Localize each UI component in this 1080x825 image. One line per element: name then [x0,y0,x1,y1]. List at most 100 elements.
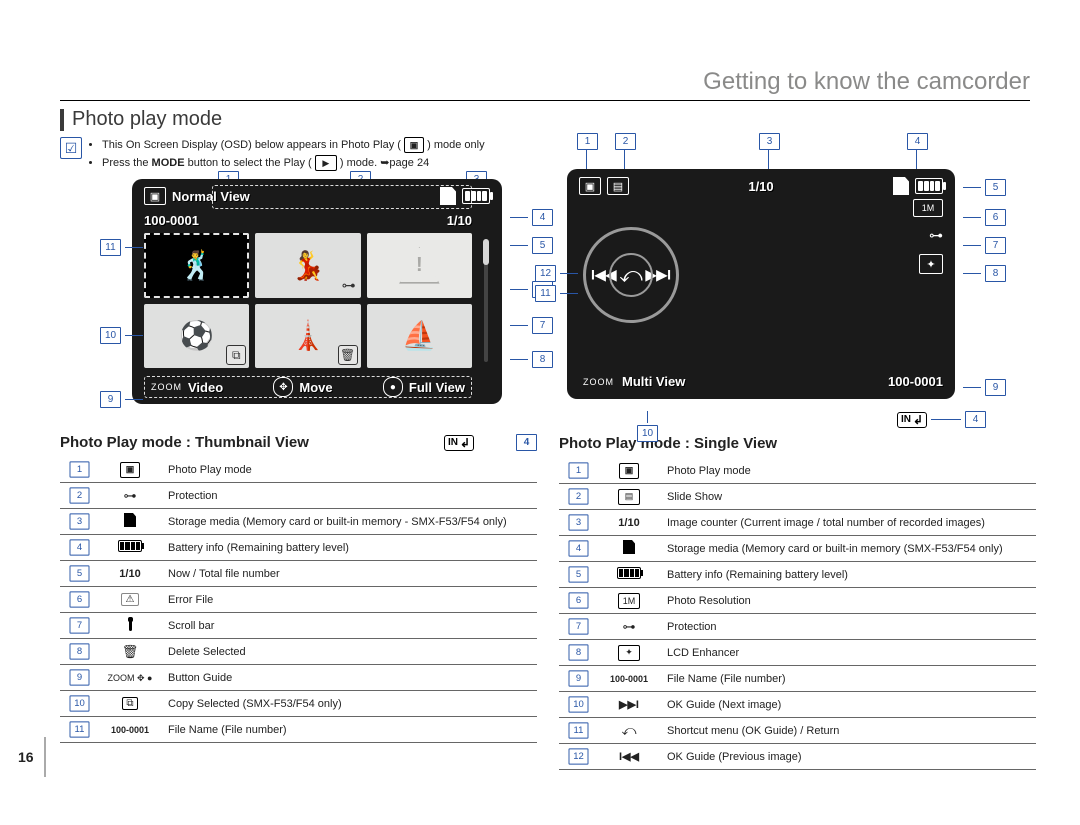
storage-icon [623,540,635,554]
resolution-icon: 1M [913,199,943,217]
nav-dial: I◀◀ ▶▶I ⤺ [583,227,679,323]
legend-row: 1▣Photo Play mode [559,458,1036,484]
legend-text: Battery info (Remaining battery level) [162,535,537,561]
legend-row: 4Battery info (Remaining battery level) [60,535,537,561]
legend-text: Photo Play mode [661,458,1036,484]
legend-num: 8 [568,644,588,660]
photo-play-icon: ▣ [579,177,601,195]
counter: 1/10 [748,179,773,194]
copy-icon: ⧉ [122,697,137,710]
photo-play-icon: ▣ [404,137,424,153]
legend-text: Scroll bar [162,613,537,639]
scrollbar-icon [129,617,132,631]
lcd-enhancer-icon: ✦ [919,254,943,274]
legend-text: File Name (File number) [162,717,537,743]
legend-text: LCD Enhancer [661,640,1036,666]
legend-num: 12 [568,748,588,764]
delete-icon: 🗑 [338,345,358,365]
multiview-label: Multi View [622,374,685,389]
protection-icon: ⊶ [623,619,636,634]
legend-table-thumbnail: 1▣Photo Play mode2⊶Protection3Storage me… [60,457,537,743]
legend-text: Image counter (Current image / total num… [661,510,1036,536]
counter-icon: 1/10 [119,568,140,580]
legend-num: 2 [568,488,588,504]
legend-text: OK Guide (Previous image) [661,744,1036,770]
next-image-icon: ▶▶I [619,699,639,711]
warning-icon: ⚠ [121,593,140,606]
legend-row: 6 ⚠ Error File [60,587,537,613]
legend-row: 4 Storage media (Memory card or built-in … [559,536,1036,562]
legend-text: Photo Play mode [162,457,537,483]
osd-thumbnail-view: ▣ Normal View 100-0001 1/10 🕺 💃⊶ ⚽⧉ [132,179,502,404]
legend-row: 61MPhoto Resolution [559,588,1036,614]
guide-label-3: Full View [409,380,465,395]
legend-text: Now / Total file number [162,561,537,587]
legend-text: Storage media (Memory card or built-in m… [162,509,537,535]
section-title: Photo play mode [60,108,1036,131]
left-column: 1 2 3 ▣ Normal View 100-0001 1/10 [60,173,537,770]
battery-icon [118,540,142,552]
legend-num: 1 [568,462,588,478]
copy-icon: ⧉ [226,345,246,365]
legend-num: 9 [69,669,89,685]
in-badge-icon: IN↲ [897,412,927,428]
legend-num: 1 [69,461,89,477]
legend-text: Slide Show [661,484,1036,510]
legend-row: 2▤Slide Show [559,484,1036,510]
legend-row: 8🗑Delete Selected [60,639,537,665]
photo-play-icon: ▣ [144,187,166,205]
legend-text: Error File [162,587,537,613]
legend-row: 31/10Image counter (Current image / tota… [559,510,1036,536]
ok-icon: ● [383,377,403,397]
thumbnail-item: 🗼🗑 [255,304,360,369]
protection-icon: ⊶ [929,227,943,244]
manual-page: Getting to know the camcorder Photo play… [0,0,1080,825]
thumbnail-item: ⚽⧉ [144,304,249,369]
header-rule [60,100,1030,101]
legend-row: 10⧉Copy Selected (SMX-F53/F54 only) [60,691,537,717]
button-guide-row: ZOOM Video ✥ Move ● Full View [144,376,472,398]
battery-icon [915,178,943,194]
counter-icon: 1/10 [618,517,639,529]
legend-row: 11100-0001File Name (File number) [60,717,537,743]
file-counter: 1/10 [447,213,472,228]
storage-icon [440,187,456,205]
legend-num: 3 [69,513,89,529]
legend-text: Protection [162,483,537,509]
legend-row: 9 ZOOM ✥ ● Button Guide [60,665,537,691]
legend-text: Protection [661,614,1036,640]
move-icon: ✥ [273,377,293,397]
storage-icon [124,513,136,527]
legend-num: 7 [568,618,588,634]
legend-text: File Name (File number) [661,666,1036,692]
prev-image-icon: I◀◀ [619,751,639,763]
page-number: 16 [18,749,34,765]
legend-num: 6 [69,591,89,607]
legend-row: 11⤺Shortcut menu (OK Guide) / Return [559,718,1036,744]
battery-icon [617,567,641,579]
thumbnail-item: 💃⊶ [255,233,360,298]
zoom-label: ZOOM [583,377,614,387]
thumbnail-item-error [367,233,472,298]
legend-num: 10 [568,696,588,712]
section-title-text: Photo play mode [72,108,222,131]
guide-label-2: Move [299,380,332,395]
button-guide-icon: ZOOM ✥ ● [108,673,153,683]
legend-text: Shortcut menu (OK Guide) / Return [661,718,1036,744]
file-name: 100-0001 [144,213,199,228]
protection-icon: ⊶ [340,277,358,295]
file-name: 100-0001 [888,374,943,389]
right-column: 1 2 3 4 ▣ ▤ 1/10 1M ⊶ [559,173,1036,770]
legend-row: 7Scroll bar [60,613,537,639]
guide-label-1: Video [188,380,223,395]
legend-num: 5 [69,565,89,581]
legend-text: Battery info (Remaining battery level) [661,562,1036,588]
legend-text: Storage media (Memory card or built-in m… [661,536,1036,562]
legend-row: 9100-0001File Name (File number) [559,666,1036,692]
warning-icon [397,245,441,285]
legend-num: 6 [568,592,588,608]
chapter-title: Getting to know the camcorder [703,68,1030,96]
thumbnail-item: ⛵ [367,304,472,369]
legend-num: 4 [568,540,588,556]
legend-text: Button Guide [162,665,537,691]
